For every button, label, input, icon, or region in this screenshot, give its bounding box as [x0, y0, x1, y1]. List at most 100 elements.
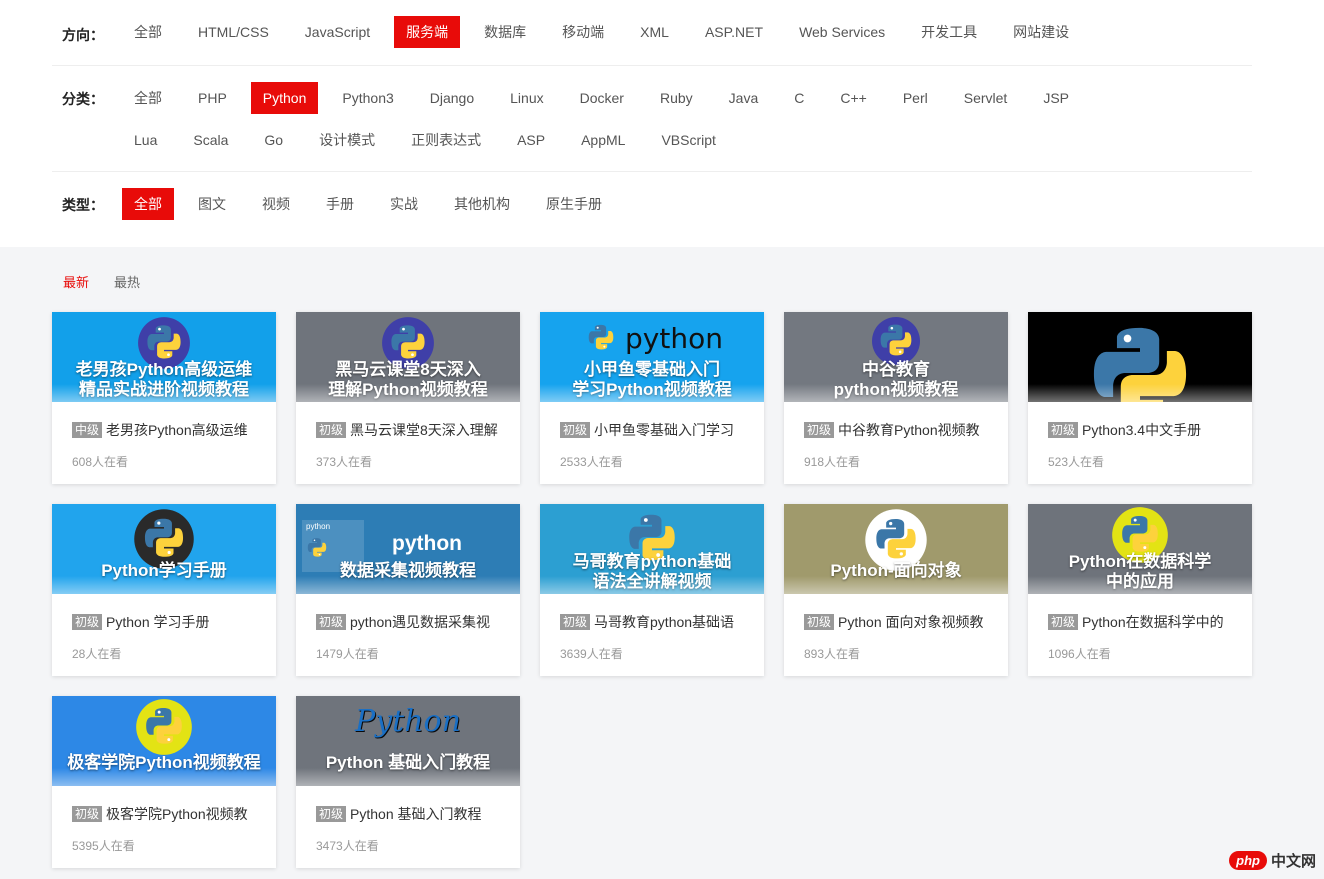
- filter-option-category[interactable]: PHP: [186, 82, 239, 114]
- python-logo-icon: python: [581, 318, 723, 358]
- course-thumbnail[interactable]: 老男孩Python高级运维精品实战进阶视频教程: [52, 312, 276, 402]
- sort-tab[interactable]: 最热: [114, 272, 140, 291]
- course-card[interactable]: python python 数据采集视频教程 初级 python遇见数据采集视 1479…: [296, 504, 520, 676]
- course-title[interactable]: 初级 小甲鱼零基础入门学习: [560, 420, 750, 440]
- filter-label-category: 分类：: [62, 91, 104, 107]
- course-title[interactable]: 初级 黑马云课堂8天深入理解: [316, 420, 506, 440]
- course-card[interactable]: 极客学院Python视频教程 初级 极客学院Python视频教 5395人在看: [52, 696, 276, 868]
- course-title[interactable]: 初级 Python3.4中文手册: [1048, 420, 1238, 440]
- course-thumbnail[interactable]: Python-面向对象: [784, 504, 1008, 594]
- course-card[interactable]: Python-面向对象 初级 Python 面向对象视频教 893人在看: [784, 504, 1008, 676]
- filter-option-type[interactable]: 全部: [122, 188, 174, 220]
- sort-tab[interactable]: 最新: [63, 272, 89, 291]
- filter-option-category[interactable]: Linux: [498, 82, 555, 114]
- course-thumbnail[interactable]: python小甲鱼零基础入门学习Python视频教程: [540, 312, 764, 402]
- filter-option-category[interactable]: Scala: [181, 124, 240, 156]
- view-count: 3473人在看: [316, 839, 379, 853]
- watermark-logo: php: [1229, 851, 1267, 870]
- filter-option-category[interactable]: Go: [252, 124, 295, 156]
- filter-option-category[interactable]: AppML: [569, 124, 637, 156]
- filter-option-category[interactable]: JSP: [1031, 82, 1081, 114]
- filter-label-direction: 方向：: [62, 27, 104, 43]
- course-thumbnail[interactable]: 马哥教育python基础语法全讲解视频: [540, 504, 764, 594]
- course-card[interactable]: 马哥教育python基础语法全讲解视频初级马哥教育python基础语 3639人在…: [540, 504, 764, 676]
- filter-option-type[interactable]: 实战: [378, 188, 430, 220]
- filter-option-category[interactable]: Python3: [330, 82, 405, 114]
- thumb-title-line: 老男孩Python高级运维: [75, 360, 253, 379]
- course-title[interactable]: 初级 Python 面向对象视频教: [804, 612, 994, 632]
- course-thumbnail[interactable]: Python学习手册: [52, 504, 276, 594]
- course-title[interactable]: 初级 Python 学习手册: [72, 612, 262, 632]
- course-title[interactable]: 初级 Python在数据科学中的: [1048, 612, 1238, 632]
- course-thumbnail[interactable]: Python在数据科学中的应用: [1028, 504, 1252, 594]
- filter-option-category[interactable]: 正则表达式: [399, 124, 493, 156]
- course-card[interactable]: Python在数据科学中的应用初级Python在数据科学中的 1096人在看: [1028, 504, 1252, 676]
- filter-row-direction: 方向： 全部 HTML/CSS JavaScript 服务端 数据库 移动端 XML ASP.…: [52, 0, 1252, 66]
- course-thumbnail[interactable]: Python Python 基础入门教程: [296, 696, 520, 786]
- filter-option-category[interactable]: Ruby: [648, 82, 705, 114]
- course-title-text: python遇见数据采集视: [350, 614, 491, 630]
- course-title-text: 黑马云课堂8天深入理解: [350, 422, 498, 438]
- filter-option-direction[interactable]: 移动端: [550, 16, 616, 48]
- course-title[interactable]: 初级 Python 基础入门教程: [316, 804, 506, 824]
- filter-option-direction[interactable]: ASP.NET: [693, 16, 775, 48]
- filter-option-direction[interactable]: 数据库: [472, 16, 538, 48]
- filter-option-type[interactable]: 视频: [250, 188, 302, 220]
- course-card[interactable]: Python Python 基础入门教程初级 Python 基础入门教程 3473人在…: [296, 696, 520, 868]
- course-title[interactable]: 初级 马哥教育python基础语: [560, 612, 750, 632]
- course-title[interactable]: 初级 中谷教育Python视频教: [804, 420, 994, 440]
- view-count: 1096人在看: [1048, 647, 1111, 661]
- filter-option-category[interactable]: Java: [717, 82, 771, 114]
- course-title[interactable]: 初级 python遇见数据采集视: [316, 612, 506, 632]
- filter-option-direction[interactable]: 网站建设: [1001, 16, 1081, 48]
- filter-option-category[interactable]: Lua: [122, 124, 169, 156]
- thumb-brand: Python: [355, 704, 461, 739]
- view-count: 373人在看: [316, 455, 373, 469]
- thumb-title-line: Python在数据科学: [1068, 552, 1212, 571]
- filter-option-direction[interactable]: JavaScript: [293, 16, 382, 48]
- filter-option-category[interactable]: VBScript: [649, 124, 727, 156]
- filter-option-type[interactable]: 原生手册: [534, 188, 614, 220]
- filter-option-category[interactable]: C++: [828, 82, 878, 114]
- course-title[interactable]: 初级 极客学院Python视频教: [72, 804, 262, 824]
- course-thumbnail[interactable]: 黑马云课堂8天深入理解Python视频教程: [296, 312, 520, 402]
- filter-option-category[interactable]: ASP: [505, 124, 557, 156]
- level-badge: 初级: [1048, 614, 1079, 630]
- course-card[interactable]: Python学习手册 初级 Python 学习手册 28人在看: [52, 504, 276, 676]
- filter-option-category[interactable]: Django: [418, 82, 486, 114]
- course-thumbnail[interactable]: 中谷教育python视频教程: [784, 312, 1008, 402]
- filter-option-category[interactable]: Servlet: [952, 82, 1020, 114]
- course-thumbnail[interactable]: python python 数据采集视频教程: [296, 504, 520, 594]
- course-title-text: 老男孩Python高级运维: [106, 422, 248, 438]
- course-title-text: Python 学习手册: [106, 614, 210, 630]
- filter-option-category[interactable]: Perl: [891, 82, 940, 114]
- view-count: 3639人在看: [560, 647, 623, 661]
- filter-option-category[interactable]: 全部: [122, 82, 174, 114]
- course-card[interactable]: 中谷教育python视频教程初级中谷教育Python视频教 918人在看: [784, 312, 1008, 484]
- course-title-text: Python在数据科学中的: [1082, 614, 1224, 630]
- course-card[interactable]: 初级 Python3.4中文手册 523人在看: [1028, 312, 1252, 484]
- course-thumbnail[interactable]: 极客学院Python视频教程: [52, 696, 276, 786]
- view-count: 608人在看: [72, 455, 129, 469]
- course-card[interactable]: 黑马云课堂8天深入理解Python视频教程初级黑马云课堂8天深入理解 373人在看: [296, 312, 520, 484]
- filter-option-direction[interactable]: Web Services: [787, 16, 897, 48]
- thumb-brand: python: [392, 532, 462, 555]
- filter-option-category[interactable]: Python: [250, 82, 319, 114]
- course-thumbnail[interactable]: [1028, 312, 1252, 402]
- filter-option-type[interactable]: 其他机构: [442, 188, 522, 220]
- course-grid: 老男孩Python高级运维精品实战进阶视频教程中级老男孩Python高级运维 60…: [52, 312, 1252, 868]
- filter-option-direction[interactable]: 开发工具: [909, 16, 989, 48]
- filter-option-category[interactable]: Docker: [568, 82, 636, 114]
- course-card[interactable]: 老男孩Python高级运维精品实战进阶视频教程中级老男孩Python高级运维 60…: [52, 312, 276, 484]
- course-card[interactable]: python小甲鱼零基础入门学习Python视频教程初级小甲鱼零基础入门学习25…: [540, 312, 764, 484]
- filter-option-direction[interactable]: 服务端: [394, 16, 461, 48]
- filter-option-category[interactable]: 设计模式: [307, 124, 387, 156]
- course-title[interactable]: 中级 老男孩Python高级运维: [72, 420, 262, 440]
- filter-option-type[interactable]: 图文: [186, 188, 238, 220]
- filter-option-direction[interactable]: 全部: [122, 16, 174, 48]
- level-badge: 初级: [560, 422, 591, 438]
- filter-option-direction[interactable]: XML: [628, 16, 681, 48]
- filter-option-type[interactable]: 手册: [314, 188, 366, 220]
- filter-option-direction[interactable]: HTML/CSS: [186, 16, 281, 48]
- filter-option-category[interactable]: C: [782, 82, 816, 114]
